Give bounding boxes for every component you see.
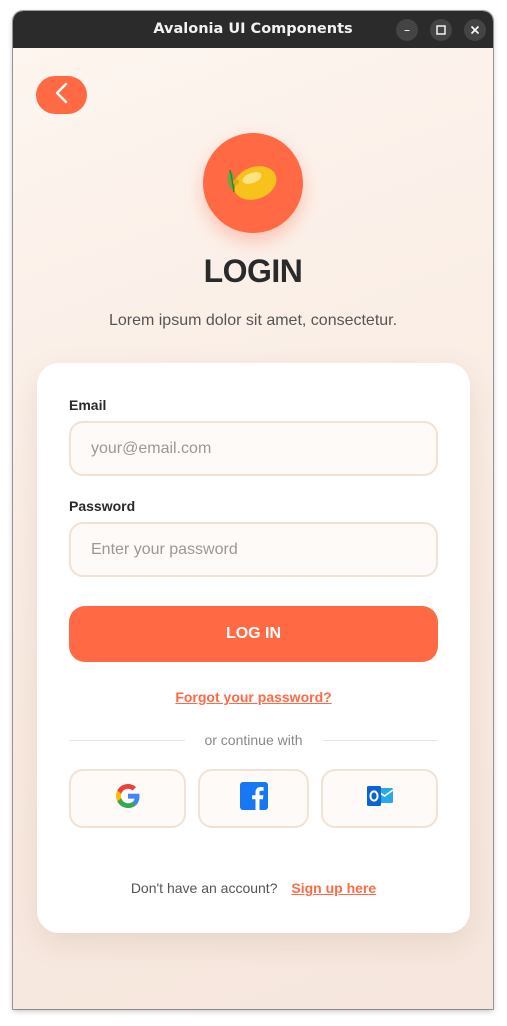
- login-card: Email your@email.com Password Enter your…: [37, 363, 470, 933]
- close-button[interactable]: [464, 19, 486, 41]
- login-page: LOGIN Lorem ipsum dolor sit amet, consec…: [13, 48, 493, 1009]
- facebook-icon: [239, 781, 269, 816]
- window-title: Avalonia UI Components: [153, 21, 353, 37]
- password-label: Password: [69, 498, 136, 514]
- password-placeholder: Enter your password: [91, 541, 238, 558]
- title-bar[interactable]: Avalonia UI Components –: [13, 11, 493, 48]
- email-label: Email: [69, 397, 107, 413]
- page-title: LOGIN: [203, 253, 303, 289]
- signup-link[interactable]: Sign up here: [291, 880, 376, 896]
- email-placeholder: your@email.com: [91, 440, 212, 457]
- email-field[interactable]: your@email.com: [69, 421, 438, 476]
- facebook-login-button[interactable]: [198, 769, 309, 828]
- page-subtitle: Lorem ipsum dolor sit amet, consectetur.: [108, 312, 398, 329]
- chevron-left-icon: [54, 82, 70, 109]
- maximize-button[interactable]: [430, 19, 452, 41]
- google-login-button[interactable]: [69, 769, 186, 828]
- outlook-icon: [365, 781, 395, 816]
- signup-row: Don't have an account? Sign up here: [37, 880, 470, 896]
- google-icon: [113, 781, 143, 816]
- login-button[interactable]: LOG IN: [69, 606, 438, 662]
- maximize-icon: [436, 23, 446, 37]
- back-button[interactable]: [36, 76, 87, 114]
- signup-question: Don't have an account?: [130, 880, 278, 896]
- divider-right: [323, 740, 438, 741]
- forgot-password-link: Forgot your password?: [37, 689, 470, 705]
- lemon-icon: [224, 156, 282, 211]
- app-window: Avalonia UI Components – LOGIN Lorem ips…: [13, 11, 493, 1009]
- forgot-password-label[interactable]: Forgot your password?: [175, 689, 331, 705]
- close-icon: [470, 23, 480, 37]
- minimize-icon: –: [404, 23, 410, 37]
- minimize-button[interactable]: –: [396, 19, 418, 41]
- outlook-login-button[interactable]: [321, 769, 438, 828]
- app-logo: [203, 133, 303, 233]
- password-field[interactable]: Enter your password: [69, 522, 438, 577]
